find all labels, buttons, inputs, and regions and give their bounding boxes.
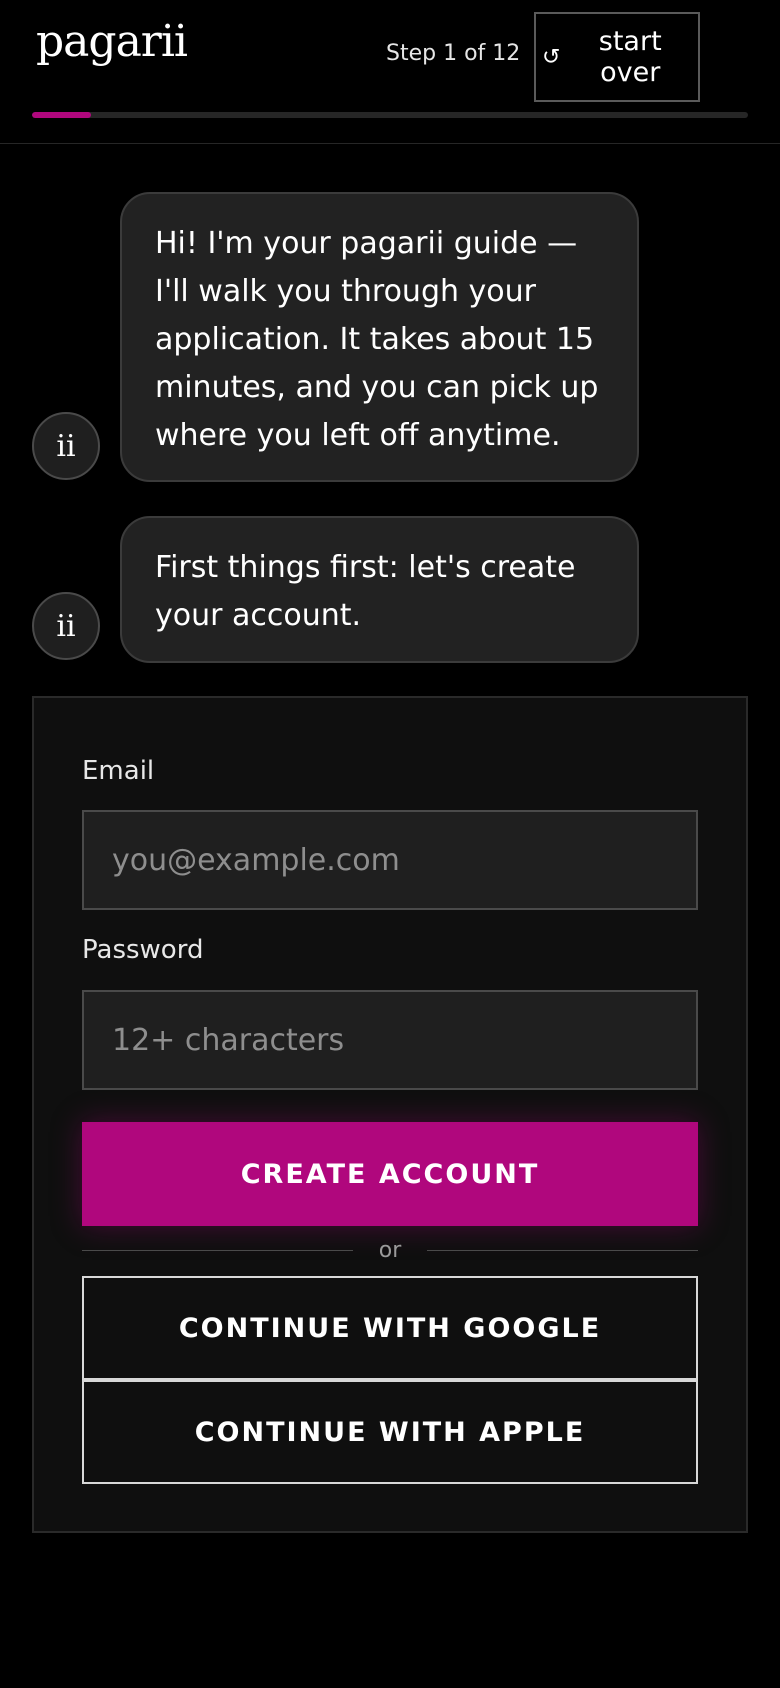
- progress-fill: [32, 112, 92, 118]
- divider-line: [427, 1249, 699, 1251]
- or-divider: or: [82, 1236, 699, 1264]
- email-label: Email: [82, 756, 155, 786]
- guide-avatar: ii: [32, 592, 100, 660]
- app-header: pagarii Step 1 of 12 ↺ start over: [0, 0, 780, 144]
- email-field[interactable]: [82, 810, 698, 910]
- create-account-button[interactable]: CREATE ACCOUNT: [82, 1122, 698, 1226]
- start-over-label: start over: [598, 26, 662, 88]
- password-field[interactable]: [82, 990, 698, 1090]
- guide-avatar: ii: [32, 412, 100, 480]
- step-indicator: Step 1 of 12: [386, 41, 521, 66]
- continue-with-apple-button[interactable]: CONTINUE WITH APPLE: [82, 1380, 698, 1484]
- divider-text: or: [378, 1237, 402, 1263]
- start-over-button[interactable]: ↺ start over: [534, 12, 700, 102]
- password-label: Password: [82, 935, 204, 965]
- continue-with-google-button[interactable]: CONTINUE WITH GOOGLE: [82, 1276, 698, 1380]
- pagarii-logo[interactable]: pagarii: [36, 16, 188, 67]
- progress-bar: [32, 112, 748, 118]
- divider-line: [82, 1249, 353, 1251]
- guide-message-bubble: Hi! I'm your pagarii guide — I'll walk y…: [120, 192, 639, 482]
- restart-icon: ↺: [542, 44, 561, 70]
- guide-message-bubble: First things first: let's create your ac…: [120, 516, 639, 663]
